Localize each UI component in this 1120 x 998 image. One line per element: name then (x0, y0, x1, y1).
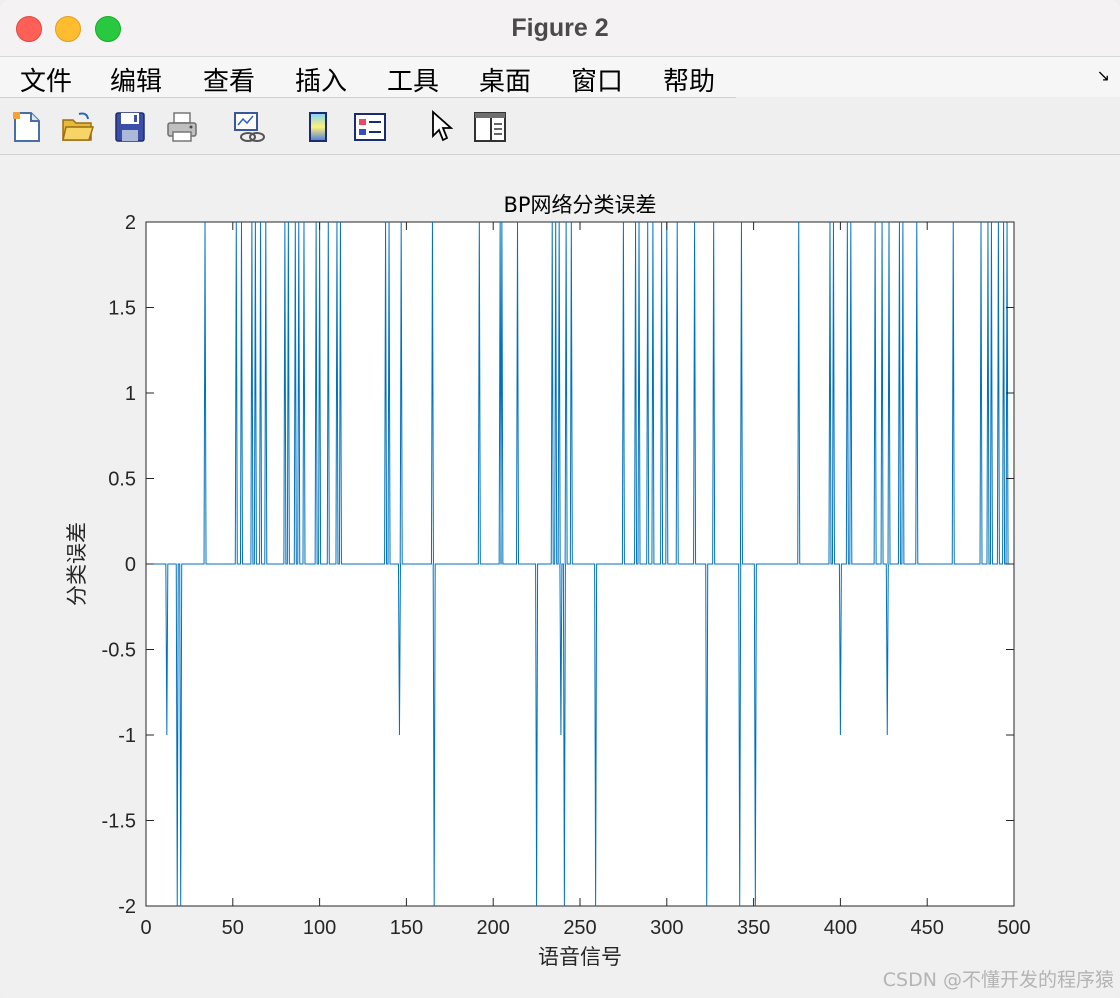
open-file-icon[interactable] (61, 110, 95, 144)
x-tick-label: 200 (477, 917, 510, 939)
x-axis-label: 语音信号 (538, 945, 622, 969)
y-tick-label: 1 (125, 383, 136, 405)
x-tick-label: 450 (911, 917, 944, 939)
y-axis-label: 分类误差 (65, 522, 89, 606)
menu-edit[interactable]: 编辑 (110, 61, 162, 98)
menu-insert[interactable]: 插入 (295, 61, 347, 98)
watermark: CSDN @不懂开发的程序猿 (882, 969, 1114, 991)
x-tick-label: 150 (390, 917, 423, 939)
menu-tools[interactable]: 工具 (387, 61, 439, 98)
y-tick-label: 2 (125, 212, 136, 234)
menu-desktop[interactable]: 桌面 (479, 61, 531, 98)
print-icon[interactable] (165, 110, 199, 144)
property-editor-icon[interactable] (473, 110, 507, 144)
x-tick-label: 250 (563, 917, 596, 939)
x-tick-label: 0 (140, 917, 151, 939)
expand-toolbar-icon[interactable]: ↘ (1097, 66, 1110, 85)
menu-window[interactable]: 窗口 (571, 61, 623, 98)
menu-file[interactable]: 文件 (20, 61, 72, 98)
x-tick-label: 500 (997, 917, 1030, 939)
title-bar[interactable]: Figure 2 (0, 0, 1120, 57)
x-tick-label: 50 (222, 917, 244, 939)
x-tick-label: 300 (650, 917, 683, 939)
y-tick-label: 1.5 (108, 298, 136, 320)
pointer-icon[interactable] (425, 110, 459, 144)
new-figure-icon[interactable] (9, 110, 43, 144)
plot-svg: 0 50 100 150 200 250 300 350 400 450 500 2 1.5 1 0.5 0… (65, 193, 1031, 969)
figure-window: Figure 2 文件 编辑 查看 插入 工具 桌面 窗口 帮助 ↘ 0 50 … (0, 0, 1120, 998)
x-tick-label: 100 (303, 917, 336, 939)
y-tick-label: 0 (125, 554, 136, 576)
figure-canvas: 0 50 100 150 200 250 300 350 400 450 500 2 1.5 1 0.5 0… (0, 155, 1120, 998)
menu-help[interactable]: 帮助 (663, 61, 715, 98)
save-icon[interactable] (113, 110, 147, 144)
x-tick-label: 400 (824, 917, 857, 939)
y-tick-label: 0.5 (108, 469, 136, 491)
colorbar-icon[interactable] (301, 110, 335, 144)
link-plot-icon[interactable] (232, 110, 266, 144)
window-title: Figure 2 (511, 14, 609, 42)
y-tick-label: -0.5 (102, 640, 136, 662)
y-tick-label: -1.5 (102, 811, 136, 833)
y-tick-label: -2 (118, 896, 136, 918)
figure-toolbar (0, 98, 1120, 155)
legend-icon[interactable] (353, 110, 387, 144)
menu-view[interactable]: 查看 (203, 61, 255, 98)
x-tick-label: 350 (737, 917, 770, 939)
y-tick-label: -1 (118, 725, 136, 747)
chart-title: BP网络分类误差 (503, 193, 656, 217)
menu-bar: 文件 编辑 查看 插入 工具 桌面 窗口 帮助 (0, 57, 1120, 97)
